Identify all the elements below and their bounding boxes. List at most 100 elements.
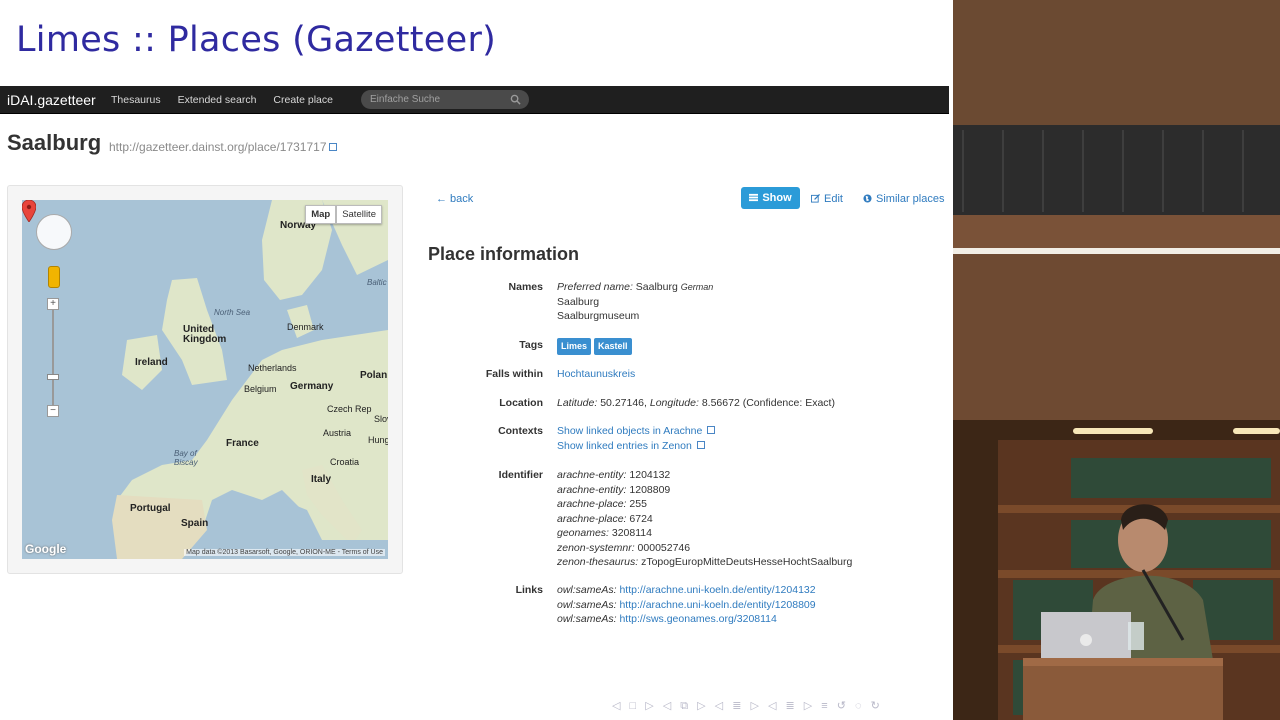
map-label-spain: Spain <box>181 518 209 529</box>
identifier-label: Identifier <box>498 469 543 481</box>
alt-name: Saalburg <box>557 295 600 308</box>
street-view-pegman-icon[interactable] <box>48 266 60 288</box>
links-list: owl:sameAs: http://arachne.uni-koeln.de/… <box>557 583 816 627</box>
map-label-north-sea: North Sea <box>214 308 251 317</box>
place-url[interactable]: http://gazetteer.dainst.org/place/173171… <box>109 140 337 154</box>
map-label-france: France <box>226 438 259 449</box>
same-as-link[interactable]: http://arachne.uni-koeln.de/entity/12041… <box>619 584 815 596</box>
arachne-context-label: Show linked objects in Arachne <box>557 425 703 437</box>
same-as-key: owl:sameAs: <box>557 598 617 611</box>
map-label-belgium: Belgium <box>244 384 277 394</box>
search-input[interactable]: Einfache Suche <box>361 90 529 109</box>
brand-logo[interactable]: iDAI.gazetteer <box>0 92 111 108</box>
identifier-row: arachne-place: 6724 <box>557 512 852 527</box>
zoom-slider-handle[interactable] <box>47 374 59 380</box>
same-as-row: owl:sameAs: http://arachne.uni-koeln.de/… <box>557 598 816 613</box>
alt-name: Saalburgmuseum <box>557 310 640 322</box>
tag-badge[interactable]: Limes <box>557 338 592 355</box>
identifier-value: 255 <box>629 498 647 510</box>
map-label-italy: Italy <box>311 474 332 485</box>
identifier-value: 3208114 <box>611 527 652 539</box>
map-attribution[interactable]: Map data ©2013 Basarsoft, Google, ORION-… <box>184 549 385 556</box>
map-label-germany: Germany <box>290 381 334 392</box>
identifier-key: arachne-entity: <box>557 483 627 496</box>
confidence-value: Exact) <box>805 397 835 409</box>
map-label-bay-of-biscay: Bay of Biscay <box>174 449 198 467</box>
identifier-key: arachne-place: <box>557 498 627 510</box>
pan-control[interactable] <box>36 214 72 250</box>
map-label-czech: Czech Rep <box>327 404 372 414</box>
external-link-icon <box>707 426 716 434</box>
identifier-row: geonames: 3208114 <box>557 526 852 541</box>
identifier-value: 1204132 <box>629 469 671 481</box>
identifier-list: arachne-entity: 1204132 arachne-entity: … <box>557 468 852 570</box>
map[interactable]: Norway North Sea Baltic Denmark United Ki… <box>22 200 388 559</box>
location-value: Latitude: 50.27146, Longitude: 8.56672 (… <box>557 396 835 411</box>
map-marker-icon[interactable] <box>22 200 36 222</box>
zoom-slider-track[interactable] <box>52 303 54 413</box>
map-land-shapes <box>112 200 388 559</box>
confidence-label: (Confidence: <box>742 397 803 409</box>
top-navbar: iDAI.gazetteer Thesaurus Extended search… <box>0 86 949 114</box>
edit-icon <box>811 194 820 203</box>
same-as-key: owl:sameAs: <box>557 584 617 596</box>
globe-icon <box>863 194 872 203</box>
arachne-context-link[interactable]: Show linked objects in Arachne <box>557 424 716 439</box>
identifier-row: arachne-place: 255 <box>557 497 852 512</box>
slide-title: Limes :: Places (Gazetteer) <box>16 20 497 60</box>
similar-places-label: Similar places <box>876 193 945 205</box>
identifier-value: 1208809 <box>629 483 671 496</box>
map-type-satellite-button[interactable]: Satellite <box>336 205 382 224</box>
zoom-out-button[interactable]: − <box>47 405 59 417</box>
identifier-key: zenon-systemnr: <box>557 541 635 554</box>
list-icon <box>749 193 759 202</box>
nav-extended-search[interactable]: Extended search <box>178 94 257 106</box>
identifier-key: arachne-entity: <box>557 469 627 481</box>
same-as-link[interactable]: http://sws.geonames.org/3208114 <box>619 613 776 625</box>
preferred-name: Saalburg <box>635 281 678 293</box>
identifier-key: arachne-place: <box>557 512 627 525</box>
identifier-value: 6724 <box>629 512 653 525</box>
back-link[interactable]: ← back <box>436 193 473 205</box>
contexts-label: Contexts <box>498 425 543 437</box>
tags-value: Limes Kastell <box>557 338 635 355</box>
place-title: Saalburg <box>7 130 102 155</box>
falls-within-link[interactable]: Hochtaunuskreis <box>557 367 635 382</box>
preferred-name-prefix: Preferred name: <box>557 281 633 293</box>
map-label-poland: Polan <box>360 370 388 381</box>
map-label-netherlands: Netherlands <box>248 363 297 373</box>
map-type-map-button[interactable]: Map <box>305 205 337 224</box>
map-label-hungary: Hung <box>368 435 388 445</box>
similar-places-link[interactable]: Similar places <box>863 193 944 205</box>
nav-thesaurus[interactable]: Thesaurus <box>111 94 161 106</box>
map-type-toggle: Map Satellite <box>305 205 382 224</box>
nav-create-place[interactable]: Create place <box>273 94 333 106</box>
place-url-text[interactable]: http://gazetteer.dainst.org/place/173171… <box>109 140 327 154</box>
identifier-value: 000052746 <box>637 541 691 554</box>
slide-navigation-controls[interactable]: ◁ □ ▷ ◁ ⧉ ▷ ◁ ≣ ▷ ◁ ≣ ▷ ≡ ↺ ◌ ↻ <box>612 699 883 713</box>
edit-link[interactable]: Edit <box>811 193 843 205</box>
longitude-label: Longitude: <box>649 397 699 409</box>
zoom-in-button[interactable]: + <box>47 298 59 310</box>
latitude-label: Latitude: <box>557 397 598 409</box>
place-information-heading: Place information <box>428 244 580 264</box>
speaker-video <box>953 0 1280 720</box>
same-as-link[interactable]: http://arachne.uni-koeln.de/entity/12088… <box>619 599 815 611</box>
tag-badge[interactable]: Kastell <box>594 338 632 355</box>
search-icon[interactable] <box>510 94 521 105</box>
zenon-context-link[interactable]: Show linked entries in Zenon <box>557 439 715 454</box>
show-button[interactable]: Show <box>741 187 800 209</box>
contexts-value: Show linked objects in Arachne Show link… <box>557 424 716 454</box>
same-as-key: owl:sameAs: <box>557 613 617 625</box>
map-label-croatia: Croatia <box>330 457 360 467</box>
map-label-portugal: Portugal <box>130 503 171 514</box>
map-label-ireland: Ireland <box>135 357 168 368</box>
speaker-video-scene <box>953 0 1280 720</box>
identifier-row: zenon-thesaurus: zTopogEuropMitteDeutsHe… <box>557 555 852 570</box>
identifier-value: zTopogEuropMitteDeutsHesseHochtSaalburg <box>641 556 853 568</box>
map-label-slovakia: Slov <box>374 414 388 424</box>
identifier-row: arachne-entity: 1208809 <box>557 483 852 498</box>
external-link-icon <box>696 440 705 449</box>
external-link-icon <box>328 143 337 151</box>
identifier-row: zenon-systemnr: 000052746 <box>557 541 852 556</box>
